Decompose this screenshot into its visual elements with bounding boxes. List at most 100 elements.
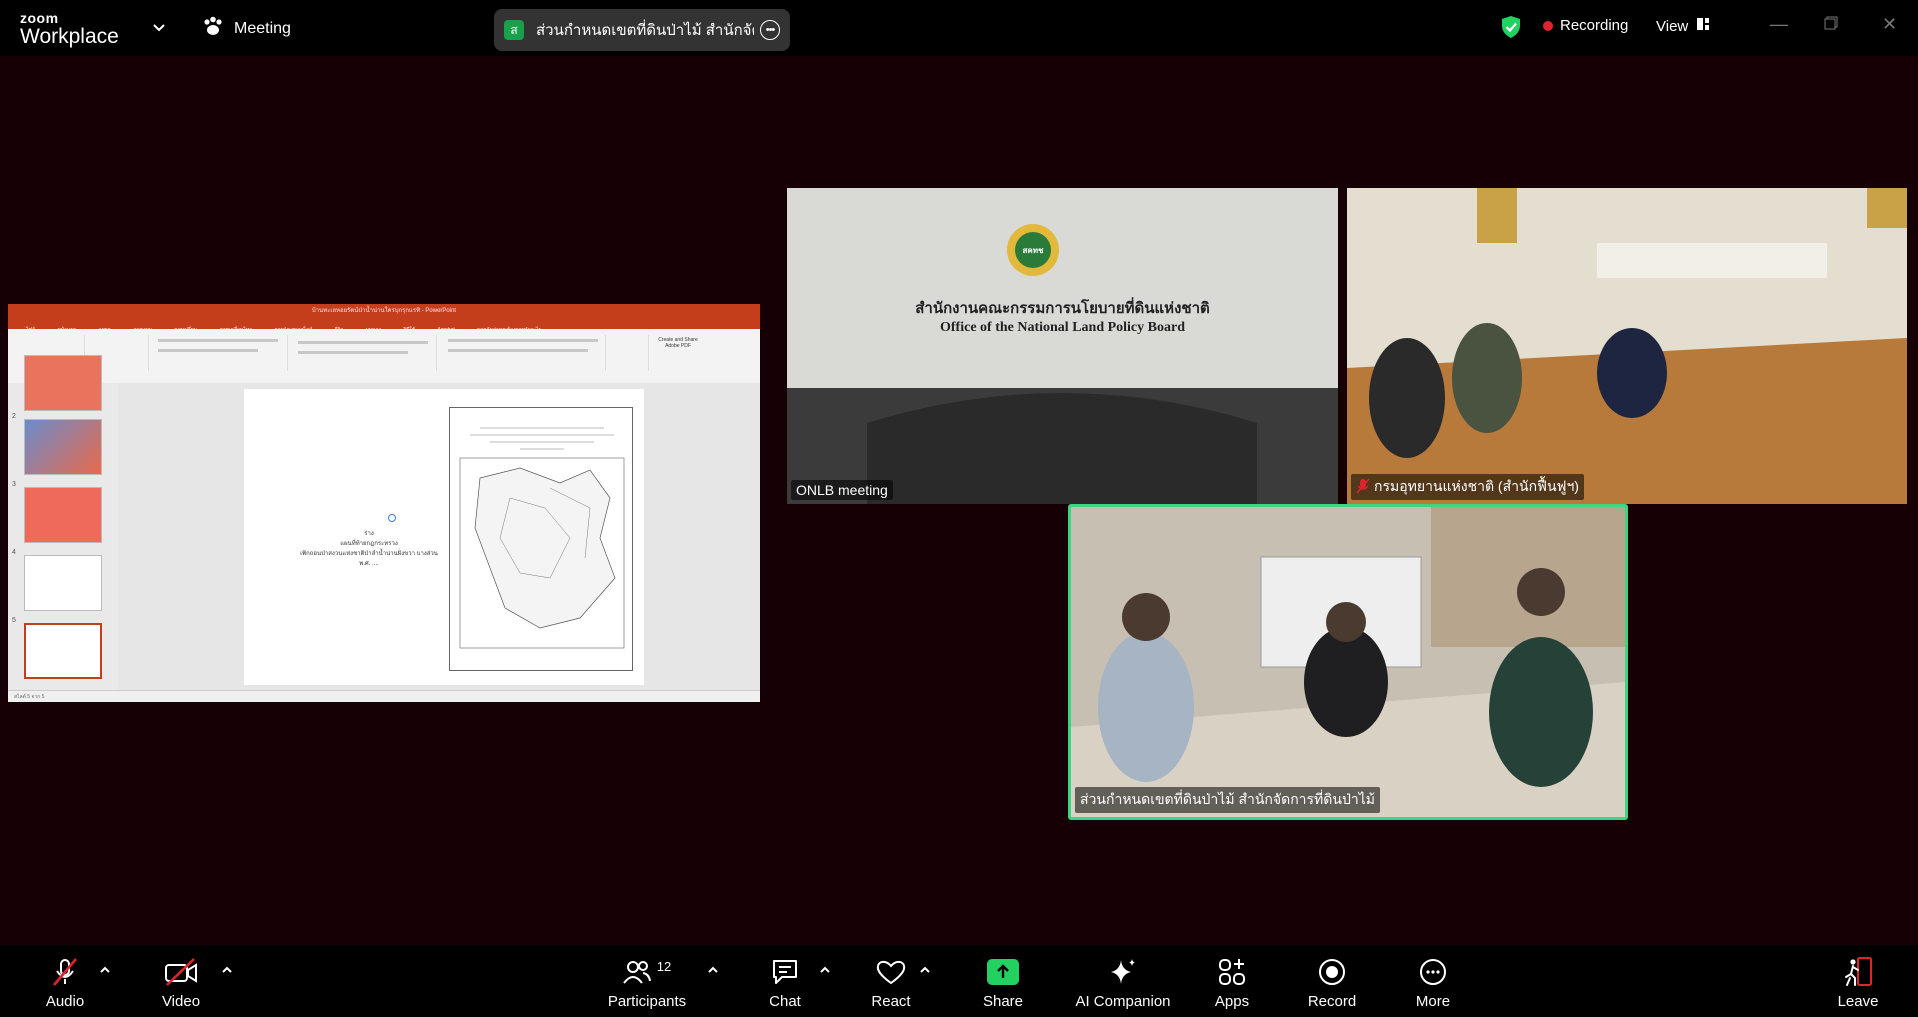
slide-thumbnail[interactable] — [24, 555, 102, 611]
chat-label: Chat — [769, 993, 801, 1010]
slide-number: 5 — [12, 617, 16, 624]
participants-options-caret-icon[interactable] — [706, 963, 720, 977]
ai-companion-label: AI Companion — [1075, 993, 1171, 1010]
view-label: View — [1656, 17, 1689, 35]
paw-icon — [202, 16, 224, 41]
slide-number: 3 — [12, 481, 16, 488]
close-icon[interactable]: ✕ — [1882, 14, 1897, 35]
brand-top: zoom — [20, 10, 59, 26]
leave-door-icon — [1841, 955, 1875, 989]
more-options-icon[interactable]: ••• — [760, 20, 780, 40]
ribbon-control — [448, 349, 588, 352]
audio-options-caret-icon[interactable] — [98, 963, 112, 977]
sparkle-icon — [1107, 955, 1139, 989]
share-button[interactable]: Share — [948, 955, 1058, 1010]
participant-name-text: ONLB meeting — [796, 482, 888, 498]
mic-muted-icon — [50, 955, 80, 989]
slide-editor: ร่าง แผนที่ท้ายกฎกระทรวง เพิกถอนป่าสงวนแ… — [118, 383, 760, 690]
react-label: React — [871, 993, 911, 1010]
ribbon-control — [298, 351, 408, 354]
ai-companion-button[interactable]: AI Companion — [1068, 955, 1178, 1010]
participants-label: Participants — [607, 993, 687, 1010]
participant-name: กรมอุทยานแห่งชาติ (สำนักฟื้นฟูฯ) — [1351, 474, 1584, 500]
org-sign-english: Office of the National Land Policy Board — [940, 320, 1185, 335]
slide-line: ร่าง — [364, 531, 374, 537]
slide-thumbnail[interactable] — [24, 355, 102, 411]
ribbon-control — [298, 341, 428, 344]
create-pdf-button[interactable]: Create and Share Adobe PDF — [658, 337, 698, 349]
ppt-ribbon-tabs: ไฟล์ หน้าแรก แทรก ออกแบบ การเปลี่ยน ภาพเ… — [8, 318, 760, 333]
participant-name: ส่วนกำหนดเขตที่ดินป่าไม้ สำนักจัดการที่ด… — [1075, 787, 1380, 813]
recording-indicator[interactable]: Recording — [1543, 17, 1628, 34]
ribbon-control — [158, 349, 258, 352]
slide-number: 2 — [12, 413, 16, 420]
ribbon-group — [608, 335, 649, 371]
video-options-caret-icon[interactable] — [220, 963, 234, 977]
ppt-window-title: บ้านทะเลหอยรัตน์ป่าน้ำน่านใครบุกรุกแรทิ … — [8, 304, 760, 318]
brand-bottom: Workplace — [20, 25, 119, 48]
zoom-workplace-logo[interactable]: zoom Workplace — [20, 11, 119, 47]
record-button[interactable]: Record — [1277, 955, 1387, 1010]
more-label: More — [1415, 993, 1451, 1010]
ribbon-control — [448, 339, 598, 342]
participant-count: 12 — [656, 958, 672, 974]
minimize-icon[interactable]: — — [1770, 14, 1788, 35]
slide-thumbnail[interactable] — [24, 419, 102, 475]
chevron-down-icon[interactable] — [152, 20, 166, 38]
more-icon — [1418, 955, 1448, 989]
ppt-ribbon: Create and Share Adobe PDF — [8, 329, 760, 384]
recording-label: Recording — [1560, 17, 1629, 34]
participant-name-text: กรมอุทยานแห่งชาติ (สำนักฟื้นฟูฯ) — [1374, 478, 1579, 494]
participant-tile[interactable]: สำนักงานคณะกรรมการนโยบายที่ดินแห่งชาติ O… — [787, 188, 1338, 504]
slide-line: พ.ศ. .... — [359, 561, 379, 567]
participants-icon: 12 — [622, 955, 672, 989]
video-off-icon — [164, 955, 198, 989]
slide-thumbnail[interactable] — [24, 487, 102, 543]
chat-icon — [770, 955, 800, 989]
speaker-name: ส่วนกำหนดเขตที่ดินป่าไม้ สำนักจัดกา — [536, 22, 754, 39]
grid-view-icon — [1696, 17, 1710, 35]
participant-name-text: ส่วนกำหนดเขตที่ดินป่าไม้ สำนักจัดการที่ด… — [1080, 791, 1375, 807]
meeting-toolbar: Audio Video 12 Participants Chat React S… — [0, 945, 1918, 1017]
slide-thumbnail-selected[interactable] — [24, 623, 102, 679]
speaker-avatar: ส — [504, 20, 524, 40]
share-screen-icon — [987, 955, 1019, 989]
record-icon — [1317, 955, 1347, 989]
meeting-tab[interactable]: Meeting — [202, 16, 291, 41]
restore-icon[interactable] — [1824, 14, 1838, 35]
shared-screen[interactable]: บ้านทะเลหอยรัตน์ป่าน้ำน่านใครบุกรุกแรทิ … — [8, 304, 760, 702]
recording-dot-icon — [1543, 20, 1553, 31]
participant-name: ONLB meeting — [791, 480, 893, 500]
audio-label: Audio — [45, 993, 85, 1010]
org-sign-thai: สำนักงานคณะกรรมการนโยบายที่ดินแห่งชาติ — [915, 299, 1210, 317]
muted-mic-icon — [1356, 477, 1370, 497]
share-label: Share — [982, 993, 1024, 1010]
video-label: Video — [161, 993, 201, 1010]
active-speaker-tile[interactable]: ส่วนกำหนดเขตที่ดินป่าไม้ สำนักจัดการที่ด… — [1068, 504, 1628, 820]
leave-button[interactable]: Leave — [1803, 955, 1913, 1010]
heart-icon — [875, 955, 907, 989]
more-button[interactable]: More — [1378, 955, 1488, 1010]
security-shield-icon[interactable] — [1500, 15, 1522, 44]
active-speaker-pill[interactable]: ส ส่วนกำหนดเขตที่ดินป่าไม้ สำนักจัดกา ••… — [494, 9, 790, 51]
cursor-indicator-icon — [388, 514, 396, 522]
view-button[interactable]: View — [1656, 17, 1710, 35]
meeting-label: Meeting — [234, 19, 291, 37]
apps-button[interactable]: Apps — [1177, 955, 1287, 1010]
react-options-caret-icon[interactable] — [918, 963, 932, 977]
participant-tile[interactable]: กรมอุทยานแห่งชาติ (สำนักฟื้นฟูฯ) — [1347, 188, 1907, 504]
org-seal-text: สคทช — [1022, 246, 1044, 255]
apps-label: Apps — [1214, 993, 1250, 1010]
slide-title-block: ร่าง แผนที่ท้ายกฎกระทรวง เพิกถอนป่าสงวนแ… — [294, 529, 444, 569]
chat-options-caret-icon[interactable] — [818, 963, 832, 977]
participants-button[interactable]: 12 Participants — [592, 955, 702, 1011]
top-bar: zoom Workplace Meeting ส ส่วนกำหนดเขตที่… — [0, 0, 1918, 56]
slide-line: แผนที่ท้ายกฎกระทรวง — [340, 541, 398, 547]
ribbon-control — [158, 339, 278, 342]
map-document — [449, 407, 633, 671]
leave-label: Leave — [1837, 993, 1879, 1010]
slide-line: เพิกถอนป่าสงวนแห่งชาติป่าลำน้ำน่านฝั่งขว… — [300, 551, 438, 557]
apps-icon — [1217, 955, 1247, 989]
current-slide[interactable]: ร่าง แผนที่ท้ายกฎกระทรวง เพิกถอนป่าสงวนแ… — [244, 389, 644, 685]
ppt-status-bar: สไลด์ 5 จาก 5 — [8, 690, 760, 702]
